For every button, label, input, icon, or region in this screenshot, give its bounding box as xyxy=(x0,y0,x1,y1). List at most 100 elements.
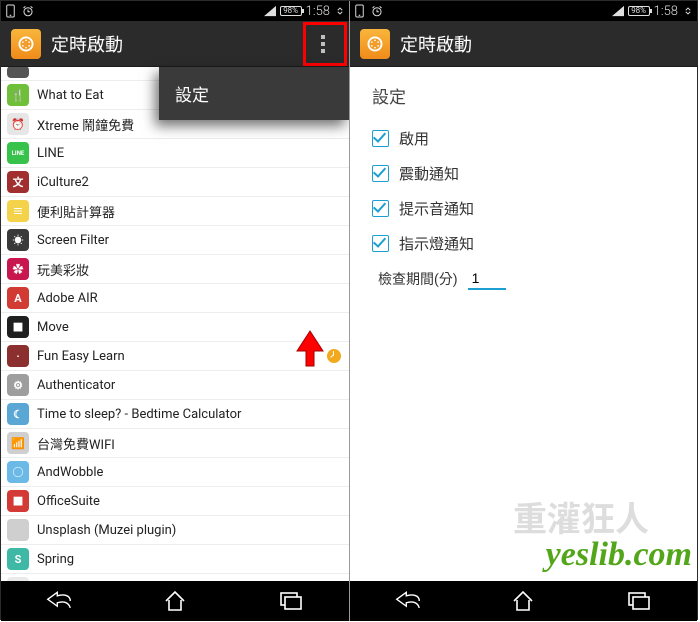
scheduled-badge-icon xyxy=(327,349,341,363)
alarm-status-icon xyxy=(371,5,383,17)
list-item[interactable]: A Adobe AIR xyxy=(1,284,349,313)
app-name: LINE xyxy=(37,146,64,161)
list-item[interactable]: ■OfficeSuite xyxy=(1,487,349,516)
app-name: Authenticator xyxy=(37,378,115,393)
app-icon: ■ xyxy=(7,316,29,338)
nav-recent-button[interactable] xyxy=(261,585,321,617)
option-label: 指示燈通知 xyxy=(399,233,474,254)
option-led[interactable]: 指示燈通知 xyxy=(372,233,675,254)
app-icon: 📶 xyxy=(7,432,29,454)
app-icon: ☀ xyxy=(7,229,29,251)
app-icon: 文 xyxy=(7,171,29,193)
app-name: 便利貼計算器 xyxy=(37,202,115,221)
app-icon: ⏰ xyxy=(7,113,29,135)
app-icon: ✿ xyxy=(7,258,29,280)
app-name: MyTabata xyxy=(37,581,94,582)
app-icon xyxy=(7,519,29,541)
action-bar: 定時啟動 xyxy=(350,21,697,67)
option-sound[interactable]: 提示音通知 xyxy=(372,198,675,219)
list-item[interactable]: ◷ MyTabata xyxy=(1,574,349,581)
list-item[interactable]: ■ Move xyxy=(1,313,349,342)
app-icon: S xyxy=(7,548,29,570)
option-vibrate[interactable]: 震動通知 xyxy=(372,163,675,184)
list-item[interactable]: ≡ 便利貼計算器 xyxy=(1,197,349,226)
app-launcher-icon xyxy=(360,29,390,59)
app-icon: ○ xyxy=(7,461,29,483)
screen-right: 98% 1:58 定時啟動 設定 啟用 震動通知 xyxy=(349,1,697,621)
list-item[interactable]: · Fun Easy Learn xyxy=(1,342,349,371)
app-icon: ≡ xyxy=(7,200,29,222)
settings-panel: 設定 啟用 震動通知 提示音通知 指示燈通知 檢查期間(分) xyxy=(350,67,697,581)
app-name: What to Eat xyxy=(37,88,104,103)
interval-input[interactable] xyxy=(468,268,506,290)
list-item[interactable]: S Spring xyxy=(1,545,349,574)
app-icon: ☾ xyxy=(7,403,29,425)
nav-home-button[interactable] xyxy=(493,585,553,617)
phone-icon xyxy=(353,5,365,17)
app-icon: ◷ xyxy=(7,577,29,581)
app-name: Spring xyxy=(37,552,74,567)
app-name: 台灣免費WIFI xyxy=(37,434,115,453)
list-item[interactable]: 📶 台灣免費WIFI xyxy=(1,429,349,458)
page-title: 定時啟動 xyxy=(400,31,689,57)
list-item[interactable]: LINE LINE xyxy=(1,139,349,168)
app-icon: ■ xyxy=(7,490,29,512)
list-item[interactable]: ⚙ Authenticator xyxy=(1,371,349,400)
status-clock: 1:58 xyxy=(306,4,330,19)
status-bar: 98% 1:58 xyxy=(1,1,349,21)
settings-heading: 設定 xyxy=(372,83,675,108)
nav-back-button[interactable] xyxy=(29,585,89,617)
app-icon: ⚙ xyxy=(7,374,29,396)
app-list[interactable]: 🍴 What to Eat ⏰ Xtreme 鬧鐘免費 LINE LINE 文 iCultur… xyxy=(1,67,349,581)
option-label: 震動通知 xyxy=(399,163,459,184)
expand-icon xyxy=(682,5,694,17)
app-name: 玩美彩妝 xyxy=(37,260,89,279)
nav-bar xyxy=(350,581,697,621)
app-name: Xtreme 鬧鐘免費 xyxy=(37,115,134,134)
app-icon: LINE xyxy=(7,142,29,164)
signal-icon xyxy=(612,5,624,17)
checkbox-enable[interactable] xyxy=(372,130,389,147)
app-name: Fun Easy Learn xyxy=(37,349,125,364)
screen-left: 98% 1:58 定時啟動 設定 🍴 What to Eat ⏰ Xtreme 鬧鐘免… xyxy=(1,1,349,621)
status-bar: 98% 1:58 xyxy=(350,1,697,21)
overflow-menu-button[interactable] xyxy=(305,26,341,62)
menu-item-settings[interactable]: 設定 xyxy=(159,67,349,120)
list-item[interactable]: ☀ Screen Filter xyxy=(1,226,349,255)
app-name: iCulture2 xyxy=(37,175,89,190)
battery-icon: 98% xyxy=(280,6,302,16)
option-enable[interactable]: 啟用 xyxy=(372,128,675,149)
app-icon: A xyxy=(7,287,29,309)
option-label: 啟用 xyxy=(399,128,429,149)
action-bar: 定時啟動 xyxy=(1,21,349,67)
nav-recent-button[interactable] xyxy=(609,585,669,617)
app-name: Screen Filter xyxy=(37,233,109,248)
expand-icon xyxy=(334,5,346,17)
checkbox-vibrate[interactable] xyxy=(372,165,389,182)
nav-home-button[interactable] xyxy=(145,585,205,617)
app-launcher-icon xyxy=(11,29,41,59)
nav-bar xyxy=(1,581,349,621)
checkbox-led[interactable] xyxy=(372,235,389,252)
signal-icon xyxy=(264,5,276,17)
app-icon: · xyxy=(7,345,29,367)
app-icon: 🍴 xyxy=(7,84,29,106)
list-item[interactable]: 文 iCulture2 xyxy=(1,168,349,197)
list-item[interactable]: ○ AndWobble xyxy=(1,458,349,487)
checkbox-sound[interactable] xyxy=(372,200,389,217)
app-name: Time to sleep? - Bedtime Calculator xyxy=(37,407,241,422)
status-clock: 1:58 xyxy=(654,4,678,19)
app-name: AndWobble xyxy=(37,465,103,480)
app-name: Move xyxy=(37,320,69,335)
battery-icon: 98% xyxy=(628,6,650,16)
list-item[interactable]: ✿ 玩美彩妝 xyxy=(1,255,349,284)
option-label: 提示音通知 xyxy=(399,198,474,219)
nav-back-button[interactable] xyxy=(378,585,438,617)
list-item[interactable]: ☾ Time to sleep? - Bedtime Calculator xyxy=(1,400,349,429)
interval-label: 檢查期間(分) xyxy=(378,269,458,289)
overflow-menu: 設定 xyxy=(159,67,349,120)
app-name: Adobe AIR xyxy=(37,291,98,306)
phone-icon xyxy=(4,5,16,17)
alarm-status-icon xyxy=(22,5,34,17)
list-item[interactable]: Unsplash (Muzei plugin) xyxy=(1,516,349,545)
